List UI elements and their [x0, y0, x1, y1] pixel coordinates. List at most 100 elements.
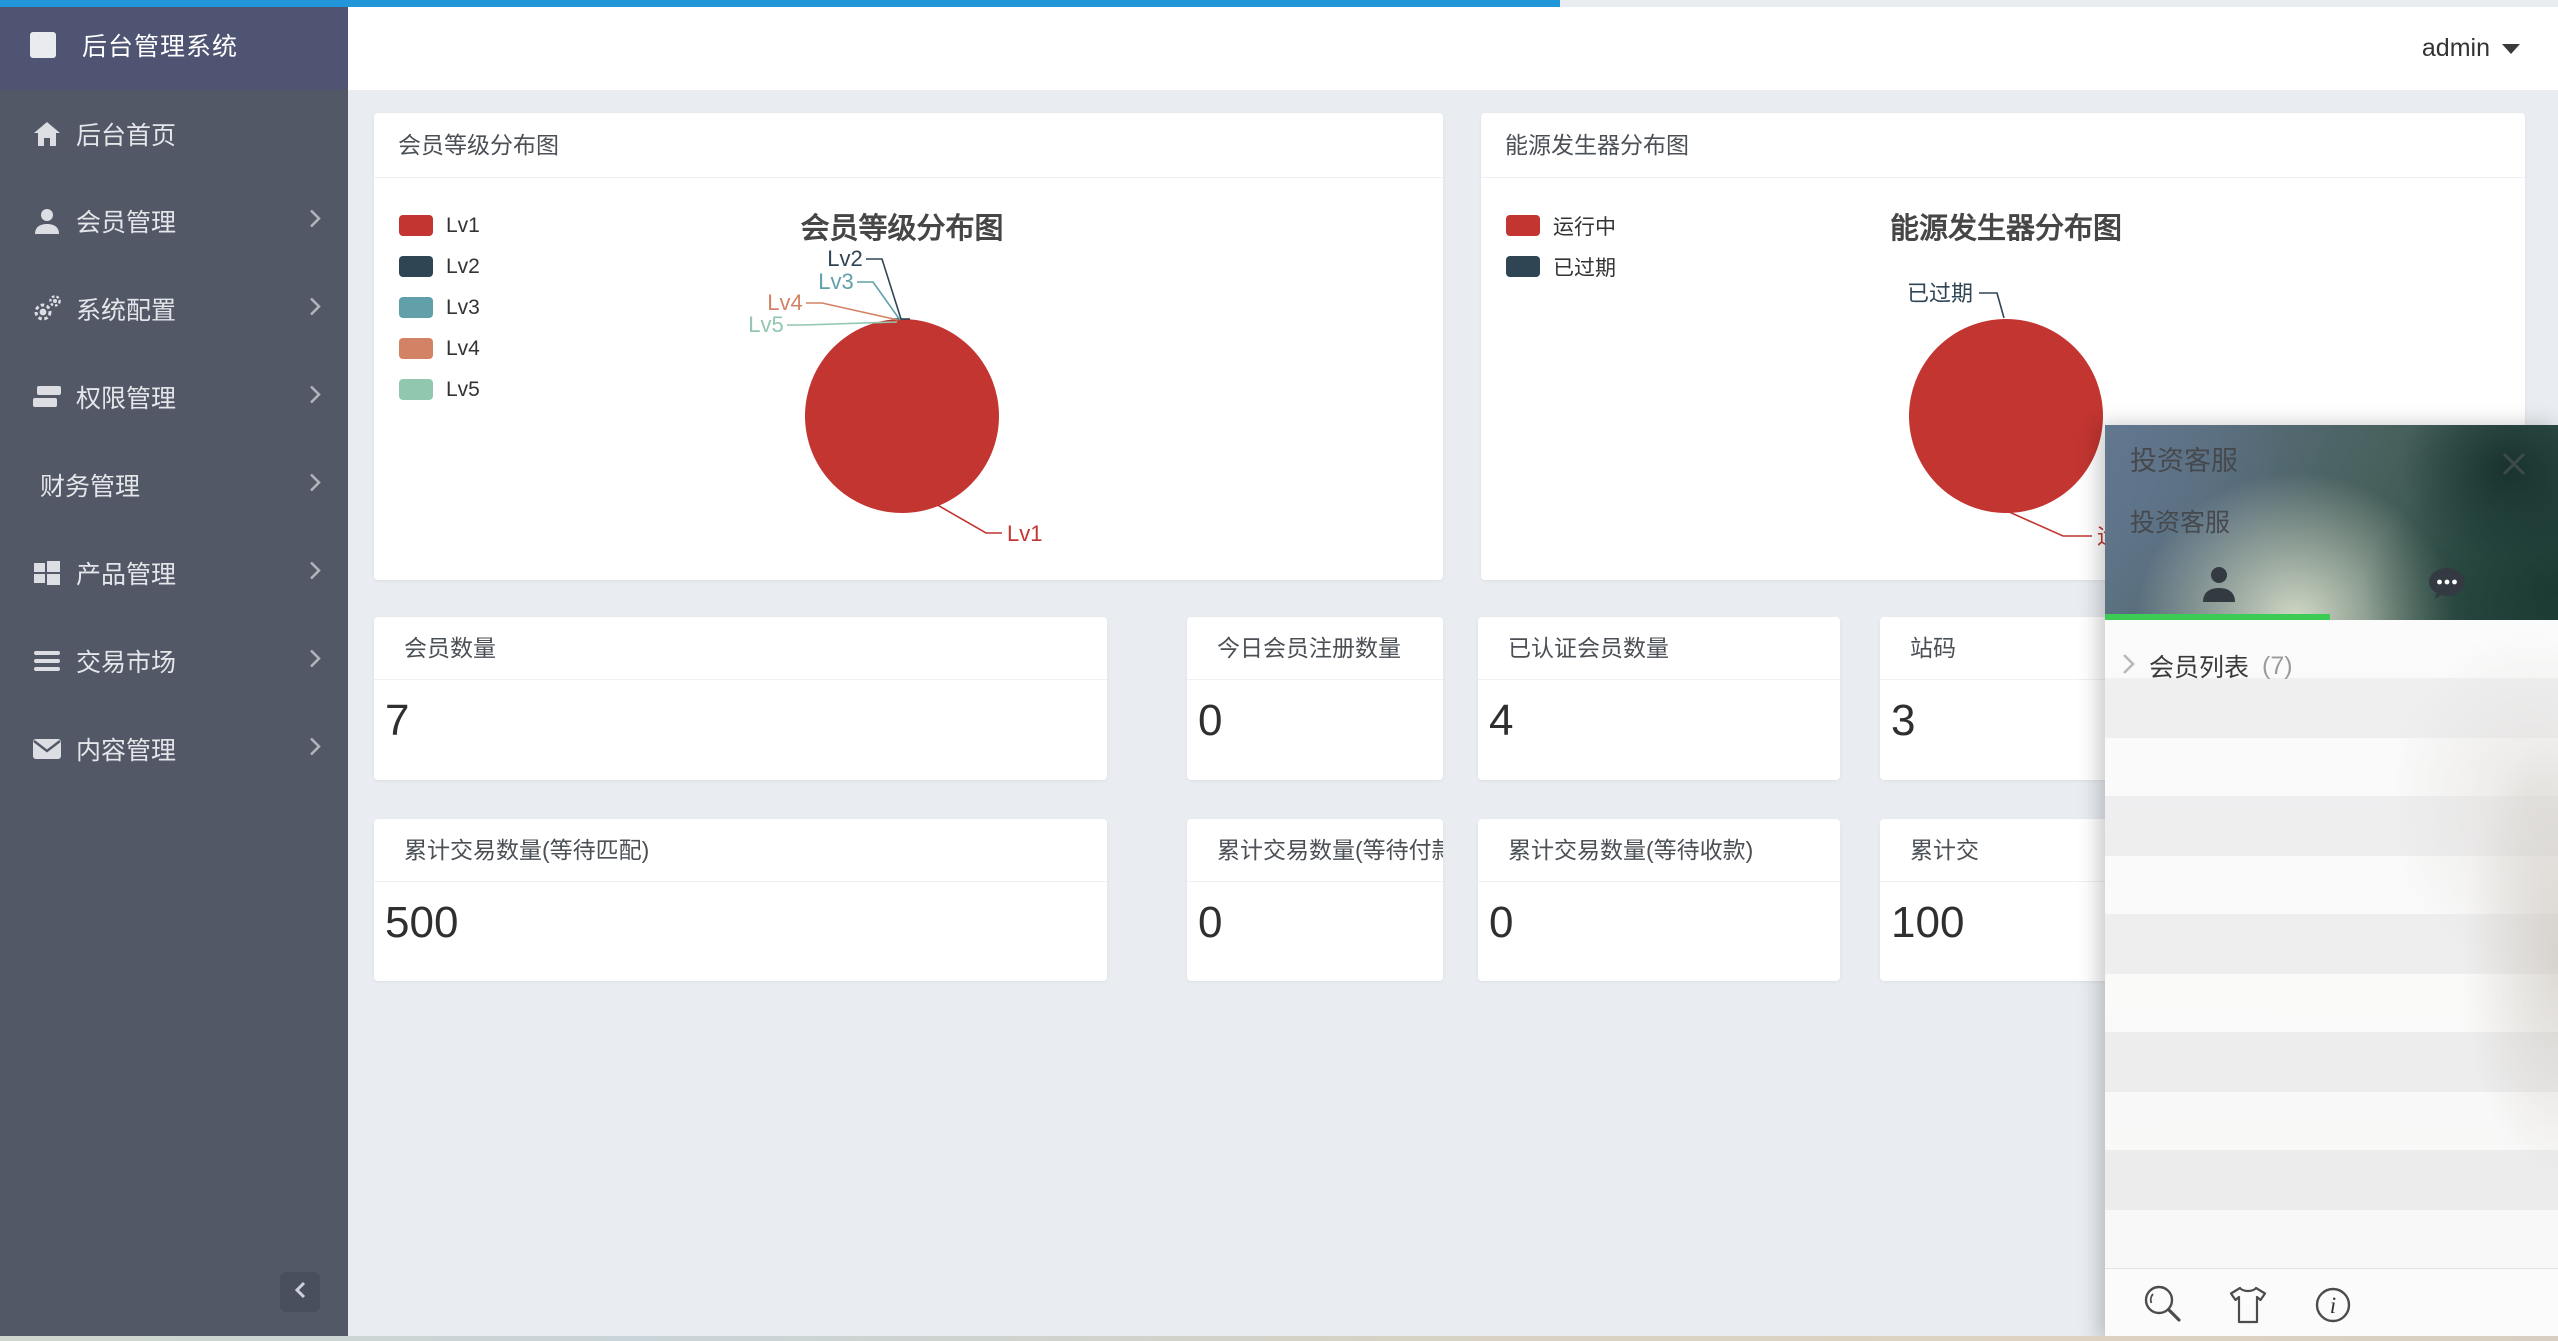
sidebar-header[interactable]: 后台管理系统	[0, 0, 348, 90]
legend-item[interactable]: Lv2	[399, 246, 480, 287]
tab-messages[interactable]	[2333, 559, 2558, 614]
member-list-label: 会员列表	[2149, 648, 2249, 684]
mail-icon	[30, 732, 64, 766]
legend-swatch	[399, 215, 433, 236]
pie-label: 已过期	[1907, 281, 1973, 306]
pie-legend: Lv1 Lv2 Lv3 Lv4 Lv5	[399, 205, 480, 410]
sidebar-item-content[interactable]: 内容管理	[0, 719, 348, 779]
legend-swatch	[1506, 215, 1540, 236]
sidebar-item-system-config[interactable]: 系统配置	[0, 279, 348, 339]
tab-contacts[interactable]	[2105, 559, 2332, 614]
chevron-right-icon	[308, 208, 322, 235]
stat-card-verified-members: 已认证会员数量 4	[1478, 617, 1840, 780]
chat-bubble-tab-icon	[2427, 566, 2467, 607]
windows-icon	[30, 556, 64, 590]
app-title: 后台管理系统	[82, 27, 238, 63]
chevron-right-icon	[308, 560, 322, 587]
legend-item[interactable]: Lv5	[399, 369, 480, 410]
card-title: 会员等级分布图	[374, 113, 1443, 178]
chat-header: 投资客服 投资客服	[2105, 425, 2558, 620]
legend-label: Lv3	[446, 296, 480, 320]
stat-label: 累计交易数量(等待付款)	[1187, 819, 1443, 882]
pie-label: Lv1	[1007, 521, 1042, 546]
close-icon[interactable]	[2499, 449, 2529, 479]
sidebar-item-finance[interactable]: 财务管理	[0, 455, 348, 515]
stat-card-trades-awaiting-payment: 累计交易数量(等待付款) 0	[1187, 819, 1443, 981]
legend-item[interactable]: 运行中	[1506, 205, 1616, 246]
legend-label: 运行中	[1553, 211, 1616, 241]
stat-label: 累计交易数量(等待收款)	[1478, 819, 1840, 882]
chevron-right-icon	[308, 736, 322, 763]
member-list-count: (7)	[2262, 652, 2293, 681]
sidebar-item-label: 权限管理	[76, 379, 176, 415]
viewport-bottom-edge	[0, 1336, 2558, 1341]
customer-service-widget: 投资客服 投资客服 会员列表	[2105, 425, 2558, 1341]
chevron-right-icon	[308, 472, 322, 499]
member-list-toggle[interactable]: 会员列表 (7)	[2121, 643, 2293, 689]
gears-icon	[30, 292, 64, 326]
topbar: admin	[348, 7, 2558, 90]
server-icon	[30, 380, 64, 414]
chart-title: 能源发生器分布图	[1890, 212, 2122, 245]
stat-label: 累计交易数量(等待匹配)	[374, 819, 1107, 882]
page-loading-progress-bar	[0, 0, 1560, 7]
stat-value: 7	[374, 696, 1107, 746]
svg-text:i: i	[2330, 1293, 2336, 1318]
chevron-right-icon	[308, 648, 322, 675]
stat-label: 今日会员注册数量	[1187, 617, 1443, 680]
legend-label: 已过期	[1553, 252, 1616, 282]
sidebar-item-label: 产品管理	[76, 555, 176, 591]
shirt-icon[interactable]	[2225, 1284, 2271, 1326]
legend-swatch	[399, 338, 433, 359]
stat-value: 0	[1187, 898, 1443, 948]
member-level-pie-chart[interactable]: 会员等级分布图 Lv2 Lv3 Lv4 Lv5 Lv1	[374, 178, 1443, 580]
person-tab-icon	[2201, 564, 2237, 609]
sidebar-item-products[interactable]: 产品管理	[0, 543, 348, 603]
user-icon	[30, 204, 64, 238]
chat-body: 会员列表 (7)	[2105, 620, 2558, 1268]
pie-slice-lv1[interactable]	[805, 319, 999, 513]
member-level-chart-card: 会员等级分布图 Lv1 Lv2 Lv3 Lv4 Lv5 会员等级分布图 Lv2 …	[374, 113, 1443, 580]
chat-subtitle: 投资客服	[2130, 503, 2230, 539]
sidebar-item-label: 系统配置	[76, 291, 176, 327]
sidebar-item-permissions[interactable]: 权限管理	[0, 367, 348, 427]
list-icon	[30, 644, 64, 678]
info-icon[interactable]: i	[2311, 1283, 2355, 1327]
app-logo-icon	[30, 32, 56, 58]
pie-label: Lv3	[818, 269, 853, 294]
chevron-right-icon	[308, 296, 322, 323]
stat-label: 已认证会员数量	[1478, 617, 1840, 680]
username: admin	[2422, 34, 2490, 63]
sidebar-item-members[interactable]: 会员管理	[0, 191, 348, 251]
stat-card-trades-matching: 累计交易数量(等待匹配) 500	[374, 819, 1107, 981]
stat-value: 0	[1187, 696, 1443, 746]
sidebar-item-market[interactable]: 交易市场	[0, 631, 348, 691]
pie-label: Lv5	[748, 312, 783, 337]
pie-slice-running[interactable]	[1909, 319, 2103, 513]
sidebar-item-home[interactable]: 后台首页	[0, 104, 348, 164]
sidebar-collapse-button[interactable]	[280, 1272, 320, 1312]
legend-label: Lv5	[446, 378, 480, 402]
sidebar-item-label: 内容管理	[76, 731, 176, 767]
legend-item[interactable]: Lv1	[399, 205, 480, 246]
chart-title: 会员等级分布图	[800, 211, 1003, 245]
sidebar: 后台管理系统 后台首页 会员管理	[0, 0, 348, 1341]
legend-item[interactable]: Lv4	[399, 328, 480, 369]
stat-value: 0	[1478, 898, 1840, 948]
stat-value: 500	[374, 898, 1107, 948]
search-icon[interactable]	[2141, 1283, 2185, 1327]
user-menu[interactable]: admin	[2422, 7, 2520, 90]
legend-item[interactable]: 已过期	[1506, 246, 1616, 287]
sidebar-item-label: 会员管理	[76, 203, 176, 239]
home-icon	[30, 117, 64, 151]
sidebar-item-label: 后台首页	[76, 116, 176, 152]
chevron-left-icon	[293, 1280, 307, 1305]
legend-label: Lv2	[446, 255, 480, 279]
chevron-right-icon	[308, 384, 322, 411]
legend-item[interactable]: Lv3	[399, 287, 480, 328]
legend-swatch	[399, 379, 433, 400]
stat-card-today-registrations: 今日会员注册数量 0	[1187, 617, 1443, 780]
stat-card-trades-awaiting-receipt: 累计交易数量(等待收款) 0	[1478, 819, 1840, 981]
chat-toolbar: i	[2105, 1268, 2558, 1341]
stat-value: 4	[1478, 696, 1840, 746]
